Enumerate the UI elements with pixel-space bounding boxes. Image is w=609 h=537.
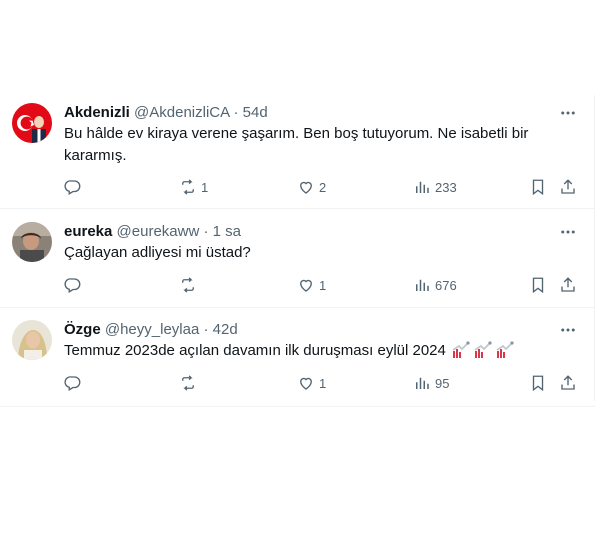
reply-tweet[interactable]: eureka @eurekaww · 1 sa Çağlayan adliyes… <box>0 209 595 308</box>
timestamp[interactable]: 1 sa <box>213 223 241 240</box>
display-name[interactable]: eureka <box>64 223 112 240</box>
bookmark-icon <box>532 277 544 294</box>
views-icon <box>416 181 429 193</box>
heart-icon <box>300 377 312 390</box>
chart-increasing-icon <box>452 341 470 358</box>
tweet-text: Temmuz 2023de açılan davamın ilk duruşma… <box>64 342 446 359</box>
like-button[interactable]: 1 <box>297 373 326 393</box>
reply-button[interactable] <box>64 275 86 295</box>
view-count: 233 <box>435 179 457 195</box>
repost-button[interactable] <box>179 275 201 295</box>
tweet-text-row: Temmuz 2023de açılan davamın ilk duruşma… <box>64 340 579 362</box>
bookmark-icon <box>532 375 544 392</box>
views-icon <box>416 377 429 389</box>
bookmark-button[interactable] <box>529 373 547 393</box>
share-button[interactable] <box>559 373 577 393</box>
reply-tweet[interactable]: Akdenizli @AkdenizliCA · 54d Bu hâlde ev… <box>0 89 595 209</box>
repost-icon <box>182 277 194 293</box>
action-bar: 1 2 233 <box>64 177 580 197</box>
separator-dot: · <box>233 104 239 121</box>
chart-increasing-icon <box>496 341 514 358</box>
tweet-text: Çağlayan adliyesi mi üstad? <box>64 244 251 261</box>
tweet-text: Bu hâlde ev kiraya verene şaşarım. Ben b… <box>64 125 529 164</box>
like-count: 2 <box>319 179 327 195</box>
bookmark-button[interactable] <box>529 275 547 295</box>
user-handle[interactable]: @AkdenizliCA <box>134 104 229 121</box>
views-button[interactable]: 233 <box>413 177 457 197</box>
more-options-icon[interactable] <box>557 222 579 242</box>
reply-icon <box>64 180 81 195</box>
share-button[interactable] <box>559 177 577 197</box>
views-button[interactable]: 95 <box>413 373 449 393</box>
display-name[interactable]: Akdenizli <box>64 104 130 121</box>
avatar[interactable] <box>12 103 52 143</box>
like-button[interactable]: 1 <box>297 275 326 295</box>
emoji-group <box>452 341 514 359</box>
like-button[interactable]: 2 <box>297 177 326 197</box>
repost-icon <box>182 179 194 195</box>
reply-icon <box>64 278 81 293</box>
view-count: 95 <box>435 375 450 391</box>
share-icon <box>561 277 575 292</box>
timestamp[interactable]: 54d <box>243 104 268 121</box>
user-handle[interactable]: @eurekaww <box>117 223 200 240</box>
bookmark-icon <box>532 179 544 196</box>
reply-tweet[interactable]: Özge @heyy_leylaa · 42d Temmuz 2023de aç… <box>0 308 595 407</box>
heart-icon <box>300 181 312 194</box>
avatar[interactable] <box>12 320 52 360</box>
views-button[interactable]: 676 <box>413 275 457 295</box>
tweet-header: eureka @eurekaww · 1 sa <box>64 222 579 242</box>
like-count: 1 <box>319 277 327 293</box>
user-handle[interactable]: @heyy_leylaa <box>105 321 199 338</box>
share-button[interactable] <box>559 275 577 295</box>
tweet-header: Akdenizli @AkdenizliCA · 54d <box>64 103 579 123</box>
separator-dot: · <box>203 321 209 338</box>
display-name[interactable]: Özge <box>64 321 101 338</box>
avatar[interactable] <box>12 222 52 262</box>
repost-icon <box>182 375 194 391</box>
share-icon <box>561 375 575 390</box>
more-options-icon[interactable] <box>557 320 579 340</box>
reply-button[interactable] <box>64 373 86 393</box>
reply-feed: Akdenizli @AkdenizliCA · 54d Bu hâlde ev… <box>0 89 595 407</box>
view-count: 676 <box>435 277 457 293</box>
heart-icon <box>300 279 312 292</box>
reply-icon <box>64 376 81 391</box>
action-bar: 1 95 <box>64 373 580 393</box>
views-icon <box>416 279 429 291</box>
repost-button[interactable]: 1 <box>179 177 208 197</box>
action-bar: 1 676 <box>64 275 580 295</box>
tweet-header: Özge @heyy_leylaa · 42d <box>64 320 579 340</box>
bookmark-button[interactable] <box>529 177 547 197</box>
separator-dot: · <box>203 223 209 240</box>
timestamp[interactable]: 42d <box>213 321 238 338</box>
reply-button[interactable] <box>64 177 86 197</box>
share-icon <box>561 179 575 194</box>
more-options-icon[interactable] <box>557 103 579 123</box>
chart-increasing-icon <box>474 341 492 358</box>
repost-button[interactable] <box>179 373 201 393</box>
like-count: 1 <box>319 375 327 391</box>
repost-count: 1 <box>201 179 209 195</box>
